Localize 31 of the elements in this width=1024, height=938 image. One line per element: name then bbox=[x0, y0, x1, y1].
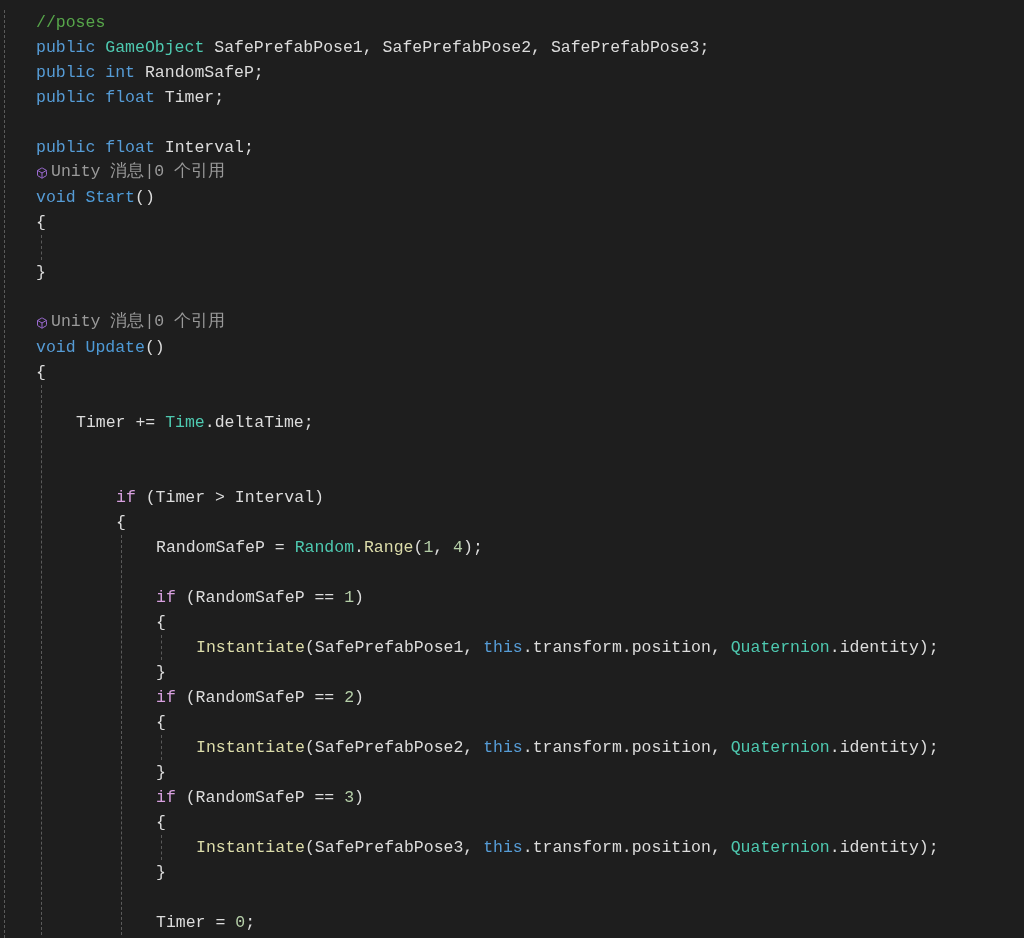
code-line: void Update() bbox=[36, 338, 165, 357]
brace: { bbox=[156, 613, 166, 632]
brace: } bbox=[156, 763, 166, 782]
code-line: Instantiate(SafePrefabPose2, this.transform.position, Quaternion.identity); bbox=[196, 738, 939, 757]
code-line: RandomSafeP = Random.Range(1, 4); bbox=[156, 538, 483, 557]
code-line: Timer += Time.deltaTime; bbox=[76, 413, 314, 432]
code-line: void Start() bbox=[36, 188, 155, 207]
code-line: public float Interval; bbox=[36, 138, 254, 157]
brace: { bbox=[156, 813, 166, 832]
cube-icon bbox=[36, 166, 48, 179]
brace: } bbox=[156, 663, 166, 682]
brace: } bbox=[36, 263, 46, 282]
brace: { bbox=[36, 363, 46, 382]
code-line: if (RandomSafeP == 2) bbox=[156, 688, 364, 707]
code-line: Instantiate(SafePrefabPose3, this.transform.position, Quaternion.identity); bbox=[196, 838, 939, 857]
brace: } bbox=[156, 863, 166, 882]
codelens-text[interactable]: Unity 消息|0 个引用 bbox=[51, 160, 226, 185]
code-line: Instantiate(SafePrefabPose1, this.transform.position, Quaternion.identity); bbox=[196, 638, 939, 657]
code-line: Timer = 0; bbox=[156, 913, 256, 932]
codelens-text[interactable]: Unity 消息|0 个引用 bbox=[51, 310, 226, 335]
code-line: if (Timer > Interval) bbox=[116, 488, 324, 507]
brace: { bbox=[36, 213, 46, 232]
cube-icon bbox=[36, 316, 48, 329]
brace: { bbox=[116, 513, 126, 532]
code-line: //poses bbox=[36, 13, 106, 32]
code-line: public GameObject SafePrefabPose1, SafePrefabPose2, SafePrefabPose3; bbox=[36, 38, 710, 57]
code-line: public float Timer; bbox=[36, 88, 225, 107]
code-line: if (RandomSafeP == 3) bbox=[156, 788, 364, 807]
brace: { bbox=[156, 713, 166, 732]
code-line: public int RandomSafeP; bbox=[36, 63, 264, 82]
code-line: if (RandomSafeP == 1) bbox=[156, 588, 364, 607]
